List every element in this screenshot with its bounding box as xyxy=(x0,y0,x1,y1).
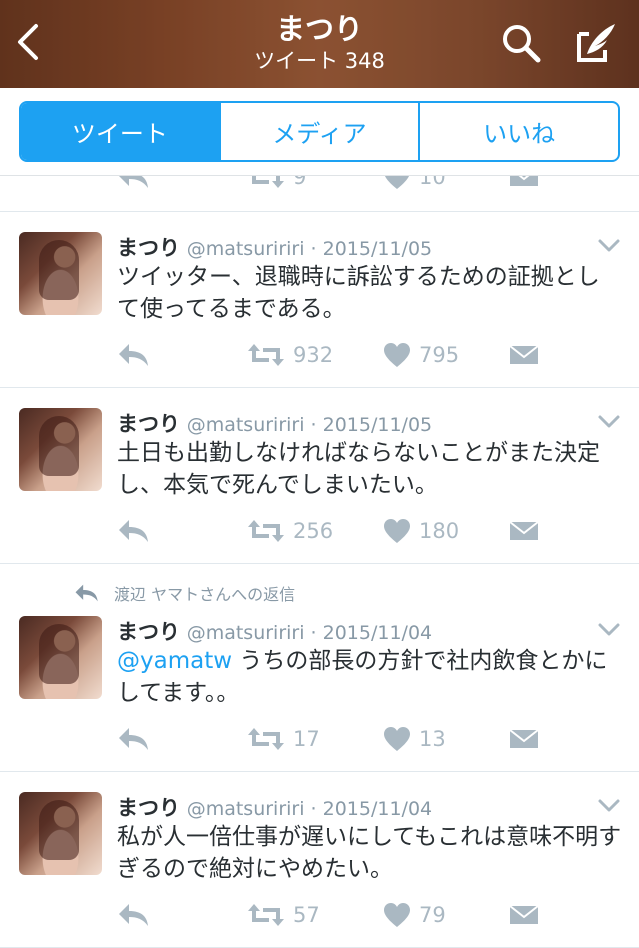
tweet[interactable]: まつり @matsuririri · 2015/11/05 ツイッター、退職時に… xyxy=(0,212,639,388)
retweet-button[interactable]: 57 xyxy=(247,900,320,930)
reply-icon xyxy=(119,904,148,926)
retweet-count: 256 xyxy=(293,519,334,543)
profile-header: まつり ツイート 348 xyxy=(0,0,639,88)
dm-button[interactable] xyxy=(509,340,539,370)
tweet-actions: 256 180 xyxy=(117,516,547,546)
reply-icon xyxy=(119,344,148,366)
reply-context-text[interactable]: 渡辺 ヤマトさんへの返信 xyxy=(114,581,295,605)
dm-button[interactable] xyxy=(509,900,539,930)
reply-icon xyxy=(119,520,148,542)
like-count: 79 xyxy=(419,903,446,927)
chevron-down-icon[interactable] xyxy=(597,622,621,638)
like-count: 180 xyxy=(419,519,460,543)
retweet-button[interactable]: 17 xyxy=(247,724,320,754)
retweet-count: 57 xyxy=(293,903,320,927)
heart-icon xyxy=(384,519,410,543)
tweet-text: ツイッター、退職時に訴訟するための証拠として使ってるまである。 xyxy=(117,264,600,322)
retweet-button[interactable]: 9 xyxy=(247,176,306,192)
handle-date: @matsuririri · 2015/11/04 xyxy=(186,798,433,820)
retweet-icon xyxy=(248,344,284,366)
author-name: まつり xyxy=(117,236,180,260)
like-button[interactable]: 795 xyxy=(383,340,459,370)
envelope-icon xyxy=(509,729,539,748)
handle-date: @matsuririri · 2015/11/05 xyxy=(186,414,433,436)
reply-button[interactable] xyxy=(117,340,151,370)
reply-icon xyxy=(119,728,148,750)
tweet[interactable]: まつり @matsuririri · 2015/11/05 土日も出勤しなければ… xyxy=(0,388,639,564)
author-name: まつり xyxy=(117,796,180,820)
retweet-icon xyxy=(248,520,284,542)
dm-button[interactable] xyxy=(509,176,539,192)
tweet-actions: 17 13 xyxy=(117,724,547,754)
reply-context: 渡辺 ヤマトさんへの返信 xyxy=(74,581,295,605)
envelope-icon xyxy=(509,345,539,364)
tab-tweets[interactable]: ツイート xyxy=(21,103,221,160)
handle-date: @matsuririri · 2015/11/04 xyxy=(186,622,433,644)
heart-icon xyxy=(384,727,410,751)
like-button[interactable]: 79 xyxy=(383,900,446,930)
tab-media[interactable]: メディア xyxy=(221,103,421,160)
author-name: まつり xyxy=(117,412,180,436)
envelope-icon xyxy=(509,521,539,540)
tweet-header: まつり @matsuririri · 2015/11/04 xyxy=(117,792,432,822)
tweet-header: まつり @matsuririri · 2015/11/04 xyxy=(117,616,432,646)
tweet[interactable]: 渡辺 ヤマトさんへの返信 まつり @matsuririri · 2015/11/… xyxy=(0,564,639,772)
author-name: まつり xyxy=(117,620,180,644)
tweet-text: @yamatw うちの部長の方針で社内飲食とかにしてます。。 xyxy=(117,645,622,709)
tweet-actions: 9 10 xyxy=(117,176,547,192)
retweet-count: 17 xyxy=(293,727,320,751)
handle-date: @matsuririri · 2015/11/05 xyxy=(186,238,433,260)
reply-button[interactable] xyxy=(117,516,151,546)
chevron-down-icon[interactable] xyxy=(597,414,621,430)
like-count: 10 xyxy=(419,176,446,189)
retweet-icon xyxy=(248,904,284,926)
tweet[interactable]: まつり @matsuririri · 2015/11/04 私が人一倍仕事が遅い… xyxy=(0,772,639,948)
like-count: 795 xyxy=(419,343,460,367)
tweet-header: まつり @matsuririri · 2015/11/05 xyxy=(117,408,432,438)
mention-link[interactable]: @yamatw xyxy=(117,648,232,674)
reply-icon xyxy=(75,584,98,602)
retweet-button[interactable]: 256 xyxy=(247,516,333,546)
retweet-icon xyxy=(248,728,284,750)
retweet-count: 9 xyxy=(293,176,307,189)
avatar[interactable] xyxy=(19,792,102,875)
reply-button[interactable] xyxy=(117,176,151,192)
compose-tweet-icon xyxy=(577,24,615,62)
avatar[interactable] xyxy=(19,232,102,315)
compose-button[interactable] xyxy=(570,18,622,68)
tweet-actions: 57 79 xyxy=(117,900,547,930)
like-button[interactable]: 10 xyxy=(383,176,446,192)
search-button[interactable] xyxy=(496,18,546,68)
avatar[interactable] xyxy=(19,616,102,699)
reply-button[interactable] xyxy=(117,724,151,754)
dm-button[interactable] xyxy=(509,516,539,546)
chevron-down-icon[interactable] xyxy=(597,798,621,814)
heart-icon xyxy=(384,903,410,927)
segmented-control: ツイート メディア いいね xyxy=(19,101,620,162)
reply-button[interactable] xyxy=(117,900,151,930)
like-button[interactable]: 13 xyxy=(383,724,446,754)
tab-likes[interactable]: いいね xyxy=(420,103,618,160)
avatar[interactable] xyxy=(19,408,102,491)
envelope-icon xyxy=(509,905,539,924)
heart-icon xyxy=(384,343,410,367)
partial-tweet: 9 10 xyxy=(0,176,639,212)
dm-button[interactable] xyxy=(509,724,539,754)
tab-bar: ツイート メディア いいね xyxy=(0,88,639,176)
tweet-text: 私が人一倍仕事が遅いにしてもこれは意味不明すぎるので絶対にやめたい。 xyxy=(117,824,622,882)
envelope-icon xyxy=(510,176,538,186)
reply-icon xyxy=(119,176,148,188)
retweet-button[interactable]: 932 xyxy=(247,340,333,370)
retweet-count: 932 xyxy=(293,343,334,367)
like-count: 13 xyxy=(419,727,446,751)
heart-icon xyxy=(384,176,410,189)
tweet-header: まつり @matsuririri · 2015/11/05 xyxy=(117,232,432,262)
chevron-down-icon[interactable] xyxy=(597,238,621,254)
tweet-text: 土日も出勤しなければならないことがまた決定し、本気で死んでしまいたい。 xyxy=(117,440,600,498)
like-button[interactable]: 180 xyxy=(383,516,459,546)
retweet-icon xyxy=(252,176,284,188)
search-icon xyxy=(503,25,541,63)
tweet-actions: 932 795 xyxy=(117,340,547,370)
